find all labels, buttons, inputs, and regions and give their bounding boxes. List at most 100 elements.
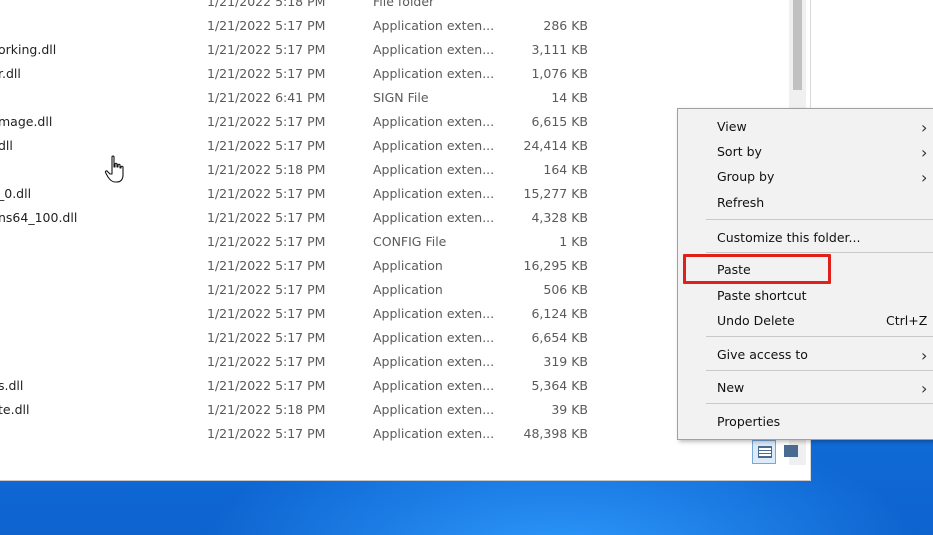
file-size: 39 KB bbox=[551, 402, 588, 417]
file-date: 1/21/2022 5:18 PM bbox=[207, 0, 326, 9]
file-row[interactable]: 1/21/2022 5:17 PM Application 16,295 KB bbox=[0, 254, 790, 278]
menu-separator bbox=[706, 252, 933, 253]
file-row[interactable]: _0.dll 1/21/2022 5:17 PM Application exten… bbox=[0, 182, 790, 206]
file-row[interactable]: r.dll 1/21/2022 5:17 PM Application exten.… bbox=[0, 62, 790, 86]
scrollbar-thumb[interactable] bbox=[793, 0, 802, 90]
file-row[interactable]: 1/21/2022 5:17 PM Application exten... 48,… bbox=[0, 422, 790, 446]
file-name: s.dll bbox=[0, 378, 24, 393]
file-row[interactable]: 1/21/2022 5:17 PM Application exten... 319… bbox=[0, 350, 790, 374]
file-date: 1/21/2022 5:18 PM bbox=[207, 162, 326, 177]
chevron-right-icon: › bbox=[921, 168, 928, 187]
file-type: Application exten... bbox=[373, 354, 495, 369]
file-size: 24,414 KB bbox=[523, 138, 588, 153]
file-size: 16,295 KB bbox=[523, 258, 588, 273]
file-date: 1/21/2022 5:17 PM bbox=[207, 138, 326, 153]
menu-item-label: Refresh bbox=[717, 195, 765, 210]
menu-item-give-access[interactable]: Give access to › bbox=[678, 343, 933, 367]
file-name: _0.dll bbox=[0, 186, 32, 201]
file-size: 4,328 KB bbox=[531, 210, 588, 225]
file-type: Application exten... bbox=[373, 330, 495, 345]
file-row[interactable]: 1/21/2022 5:17 PM CONFIG File 1 KB bbox=[0, 230, 790, 254]
file-type: Application exten... bbox=[373, 306, 495, 321]
file-row[interactable]: 1/21/2022 5:17 PM Application exten... 6,6… bbox=[0, 326, 790, 350]
file-type: Application bbox=[373, 282, 443, 297]
file-date: 1/21/2022 5:17 PM bbox=[207, 18, 326, 33]
hand-pointer-icon bbox=[104, 155, 124, 183]
background-window-edge bbox=[811, 0, 933, 112]
file-type: Application exten... bbox=[373, 426, 495, 441]
menu-item-sort-by[interactable]: Sort by › bbox=[678, 140, 933, 164]
file-type: Application exten... bbox=[373, 138, 495, 153]
file-row[interactable]: 1/21/2022 6:41 PM SIGN File 14 KB bbox=[0, 86, 790, 110]
menu-separator bbox=[706, 219, 933, 220]
file-date: 1/21/2022 6:41 PM bbox=[207, 90, 326, 105]
file-date: 1/21/2022 5:17 PM bbox=[207, 354, 326, 369]
menu-separator bbox=[706, 336, 933, 337]
file-type: Application exten... bbox=[373, 66, 495, 81]
file-name: mage.dll bbox=[0, 114, 53, 129]
details-view-icon bbox=[758, 446, 772, 458]
large-icons-view-button[interactable] bbox=[779, 440, 801, 462]
menu-item-customize-folder[interactable]: Customize this folder... bbox=[678, 226, 933, 250]
menu-separator bbox=[706, 370, 933, 371]
file-date: 1/21/2022 5:17 PM bbox=[207, 114, 326, 129]
file-size: 6,124 KB bbox=[531, 306, 588, 321]
file-date: 1/21/2022 5:17 PM bbox=[207, 378, 326, 393]
file-type: Application exten... bbox=[373, 114, 495, 129]
chevron-right-icon: › bbox=[921, 346, 928, 365]
menu-item-undo-delete[interactable]: Undo Delete Ctrl+Z bbox=[678, 309, 933, 333]
file-row[interactable]: s.dll 1/21/2022 5:17 PM Application exten.… bbox=[0, 374, 790, 398]
file-row[interactable]: mage.dll 1/21/2022 5:17 PM Application ext… bbox=[0, 110, 790, 134]
large-icons-view-icon bbox=[784, 445, 798, 457]
file-size: 1 KB bbox=[559, 234, 588, 249]
menu-item-group-by[interactable]: Group by › bbox=[678, 165, 933, 189]
file-name: ns64_100.dll bbox=[0, 210, 78, 225]
file-row[interactable]: 1/21/2022 5:18 PM File folder bbox=[0, 0, 790, 14]
details-view-button[interactable] bbox=[752, 440, 776, 464]
file-row[interactable]: 1/21/2022 5:17 PM Application exten... 6,1… bbox=[0, 302, 790, 326]
file-row[interactable]: ns64_100.dll 1/21/2022 5:17 PM Application… bbox=[0, 206, 790, 230]
file-type: Application exten... bbox=[373, 162, 495, 177]
file-size: 6,654 KB bbox=[531, 330, 588, 345]
paste-highlight-annotation bbox=[683, 254, 831, 284]
file-date: 1/21/2022 5:17 PM bbox=[207, 42, 326, 57]
file-date: 1/21/2022 5:17 PM bbox=[207, 306, 326, 321]
menu-item-paste-shortcut[interactable]: Paste shortcut bbox=[678, 284, 933, 308]
file-row[interactable]: 1/21/2022 5:17 PM Application 506 KB bbox=[0, 278, 790, 302]
file-date: 1/21/2022 5:17 PM bbox=[207, 282, 326, 297]
file-date: 1/21/2022 5:17 PM bbox=[207, 186, 326, 201]
menu-item-view[interactable]: View › bbox=[678, 115, 933, 139]
file-size: 506 KB bbox=[543, 282, 588, 297]
file-size: 15,277 KB bbox=[523, 186, 588, 201]
file-size: 3,111 KB bbox=[531, 42, 588, 57]
file-type: CONFIG File bbox=[373, 234, 447, 249]
file-date: 1/21/2022 5:17 PM bbox=[207, 426, 326, 441]
menu-item-refresh[interactable]: Refresh bbox=[678, 191, 933, 215]
file-type: Application exten... bbox=[373, 378, 495, 393]
chevron-right-icon: › bbox=[921, 143, 928, 162]
menu-item-label: Group by bbox=[717, 169, 775, 184]
chevron-right-icon: › bbox=[921, 379, 928, 398]
menu-item-properties[interactable]: Properties bbox=[678, 410, 933, 434]
file-row[interactable]: orking.dll 1/21/2022 5:17 PM Application e… bbox=[0, 38, 790, 62]
file-name: orking.dll bbox=[0, 42, 57, 57]
file-name: te.dll bbox=[0, 402, 30, 417]
file-size: 286 KB bbox=[543, 18, 588, 33]
menu-item-shortcut: Ctrl+Z bbox=[886, 313, 928, 328]
file-type: File folder bbox=[373, 0, 435, 9]
menu-item-new[interactable]: New › bbox=[678, 376, 933, 400]
menu-separator bbox=[706, 403, 933, 404]
file-size: 48,398 KB bbox=[523, 426, 588, 441]
file-type: Application bbox=[373, 258, 443, 273]
menu-item-label: View bbox=[717, 119, 747, 134]
file-date: 1/21/2022 5:18 PM bbox=[207, 402, 326, 417]
file-date: 1/21/2022 5:17 PM bbox=[207, 234, 326, 249]
file-row[interactable]: te.dll 1/21/2022 5:18 PM Application exten… bbox=[0, 398, 790, 422]
file-size: 5,364 KB bbox=[531, 378, 588, 393]
file-date: 1/21/2022 5:17 PM bbox=[207, 330, 326, 345]
file-type: SIGN File bbox=[373, 90, 429, 105]
file-type: Application exten... bbox=[373, 18, 495, 33]
file-date: 1/21/2022 5:17 PM bbox=[207, 258, 326, 273]
menu-item-label: New bbox=[717, 380, 745, 395]
file-row[interactable]: 1/21/2022 5:17 PM Application exten... 286… bbox=[0, 14, 790, 38]
